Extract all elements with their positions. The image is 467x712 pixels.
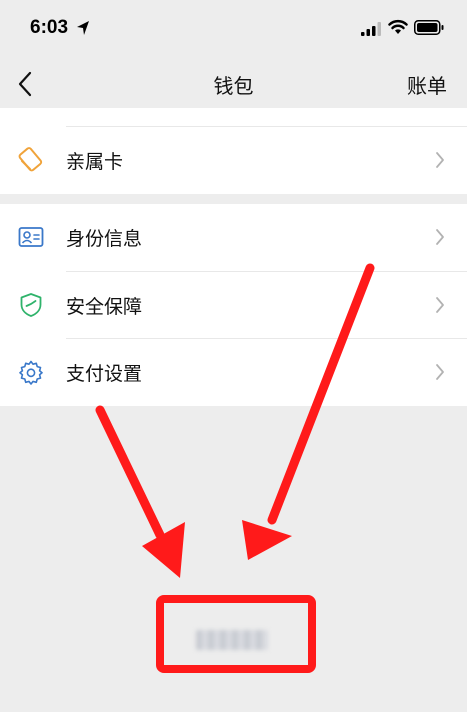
annotation-arrow-right-shaft bbox=[267, 263, 375, 525]
annotation-arrow-left-shaft bbox=[95, 405, 165, 540]
annotation-arrow-left-head bbox=[142, 522, 185, 578]
blurred-link[interactable] bbox=[196, 630, 268, 650]
annotation-arrow-right-head bbox=[242, 520, 292, 560]
